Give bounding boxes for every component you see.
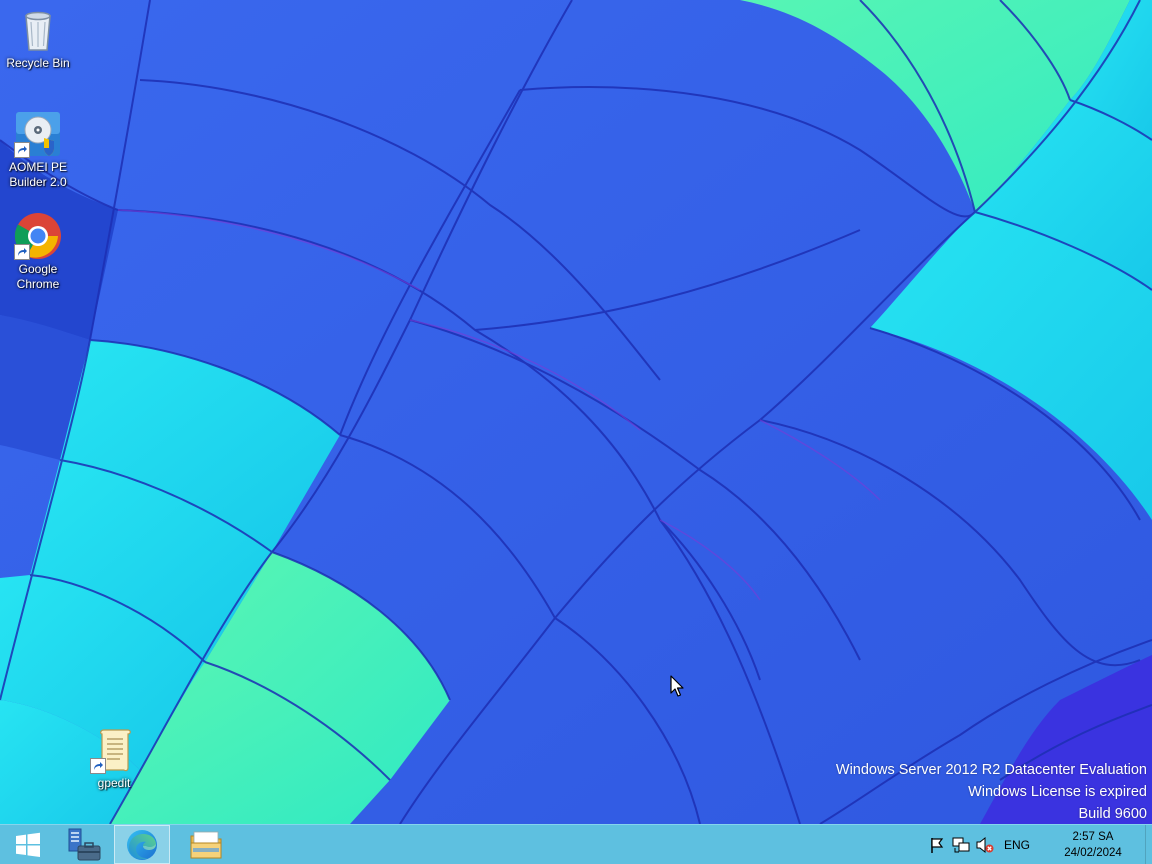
watermark-edition: Windows Server 2012 R2 Datacenter Evalua…: [835, 762, 1147, 778]
shortcut-arrow-icon: [90, 758, 106, 774]
desktop-icon-recycle-bin[interactable]: Recycle Bin: [0, 6, 76, 71]
taskbar-edge-button[interactable]: [114, 825, 170, 864]
chrome-icon: [14, 212, 62, 260]
desktop-icon-label: Google Chrome: [16, 262, 60, 291]
start-button[interactable]: [0, 825, 56, 864]
desktop-icon-gpedit[interactable]: gpedit: [76, 726, 152, 791]
system-tray: ENG 2:57 SA 24/02/2024: [922, 825, 1152, 864]
desktop-icon-label: AOMEI PE Builder 2.0: [8, 160, 67, 189]
shortcut-arrow-icon: [14, 142, 30, 158]
taskbar-server-manager-button[interactable]: [56, 825, 112, 864]
taskbar-file-explorer-button[interactable]: [178, 825, 234, 864]
license-watermark: Windows Server 2012 R2 Datacenter Evalua…: [836, 759, 1147, 825]
clock-time: 2:57 SA: [1072, 831, 1114, 843]
watermark-build: Build 9600: [1078, 806, 1147, 822]
desktop[interactable]: Recycle Bin AOMEI PE Builder 2.0 Google …: [0, 0, 1152, 864]
action-center-flag-icon[interactable]: [928, 836, 946, 854]
watermark-license-status: Windows License is expired: [968, 784, 1147, 800]
wallpaper: [0, 0, 1152, 864]
server-manager-icon: [68, 828, 101, 860]
folder-icon: [190, 831, 222, 858]
recycle-bin-icon: [14, 6, 62, 54]
mouse-pointer-icon: [670, 675, 684, 697]
windows-logo-icon: [16, 832, 40, 857]
clock-date: 24/02/2024: [1064, 847, 1122, 859]
taskbar: ENG 2:57 SA 24/02/2024: [0, 824, 1152, 864]
input-language-indicator[interactable]: ENG: [1004, 837, 1030, 853]
edge-icon: [127, 829, 157, 860]
volume-muted-icon[interactable]: [976, 836, 994, 854]
desktop-icon-label: gpedit: [97, 776, 131, 790]
gpedit-icon: [90, 726, 138, 774]
desktop-icon-google-chrome[interactable]: Google Chrome: [0, 212, 76, 292]
aomei-pe-builder-icon: [14, 110, 62, 158]
show-desktop-button[interactable]: [1145, 825, 1152, 864]
shortcut-arrow-icon: [14, 244, 30, 260]
desktop-icon-label: Recycle Bin: [6, 56, 70, 70]
clock[interactable]: 2:57 SA 24/02/2024: [1058, 829, 1128, 861]
network-icon[interactable]: [952, 836, 970, 854]
desktop-icon-aomei-pe-builder[interactable]: AOMEI PE Builder 2.0: [0, 110, 76, 190]
